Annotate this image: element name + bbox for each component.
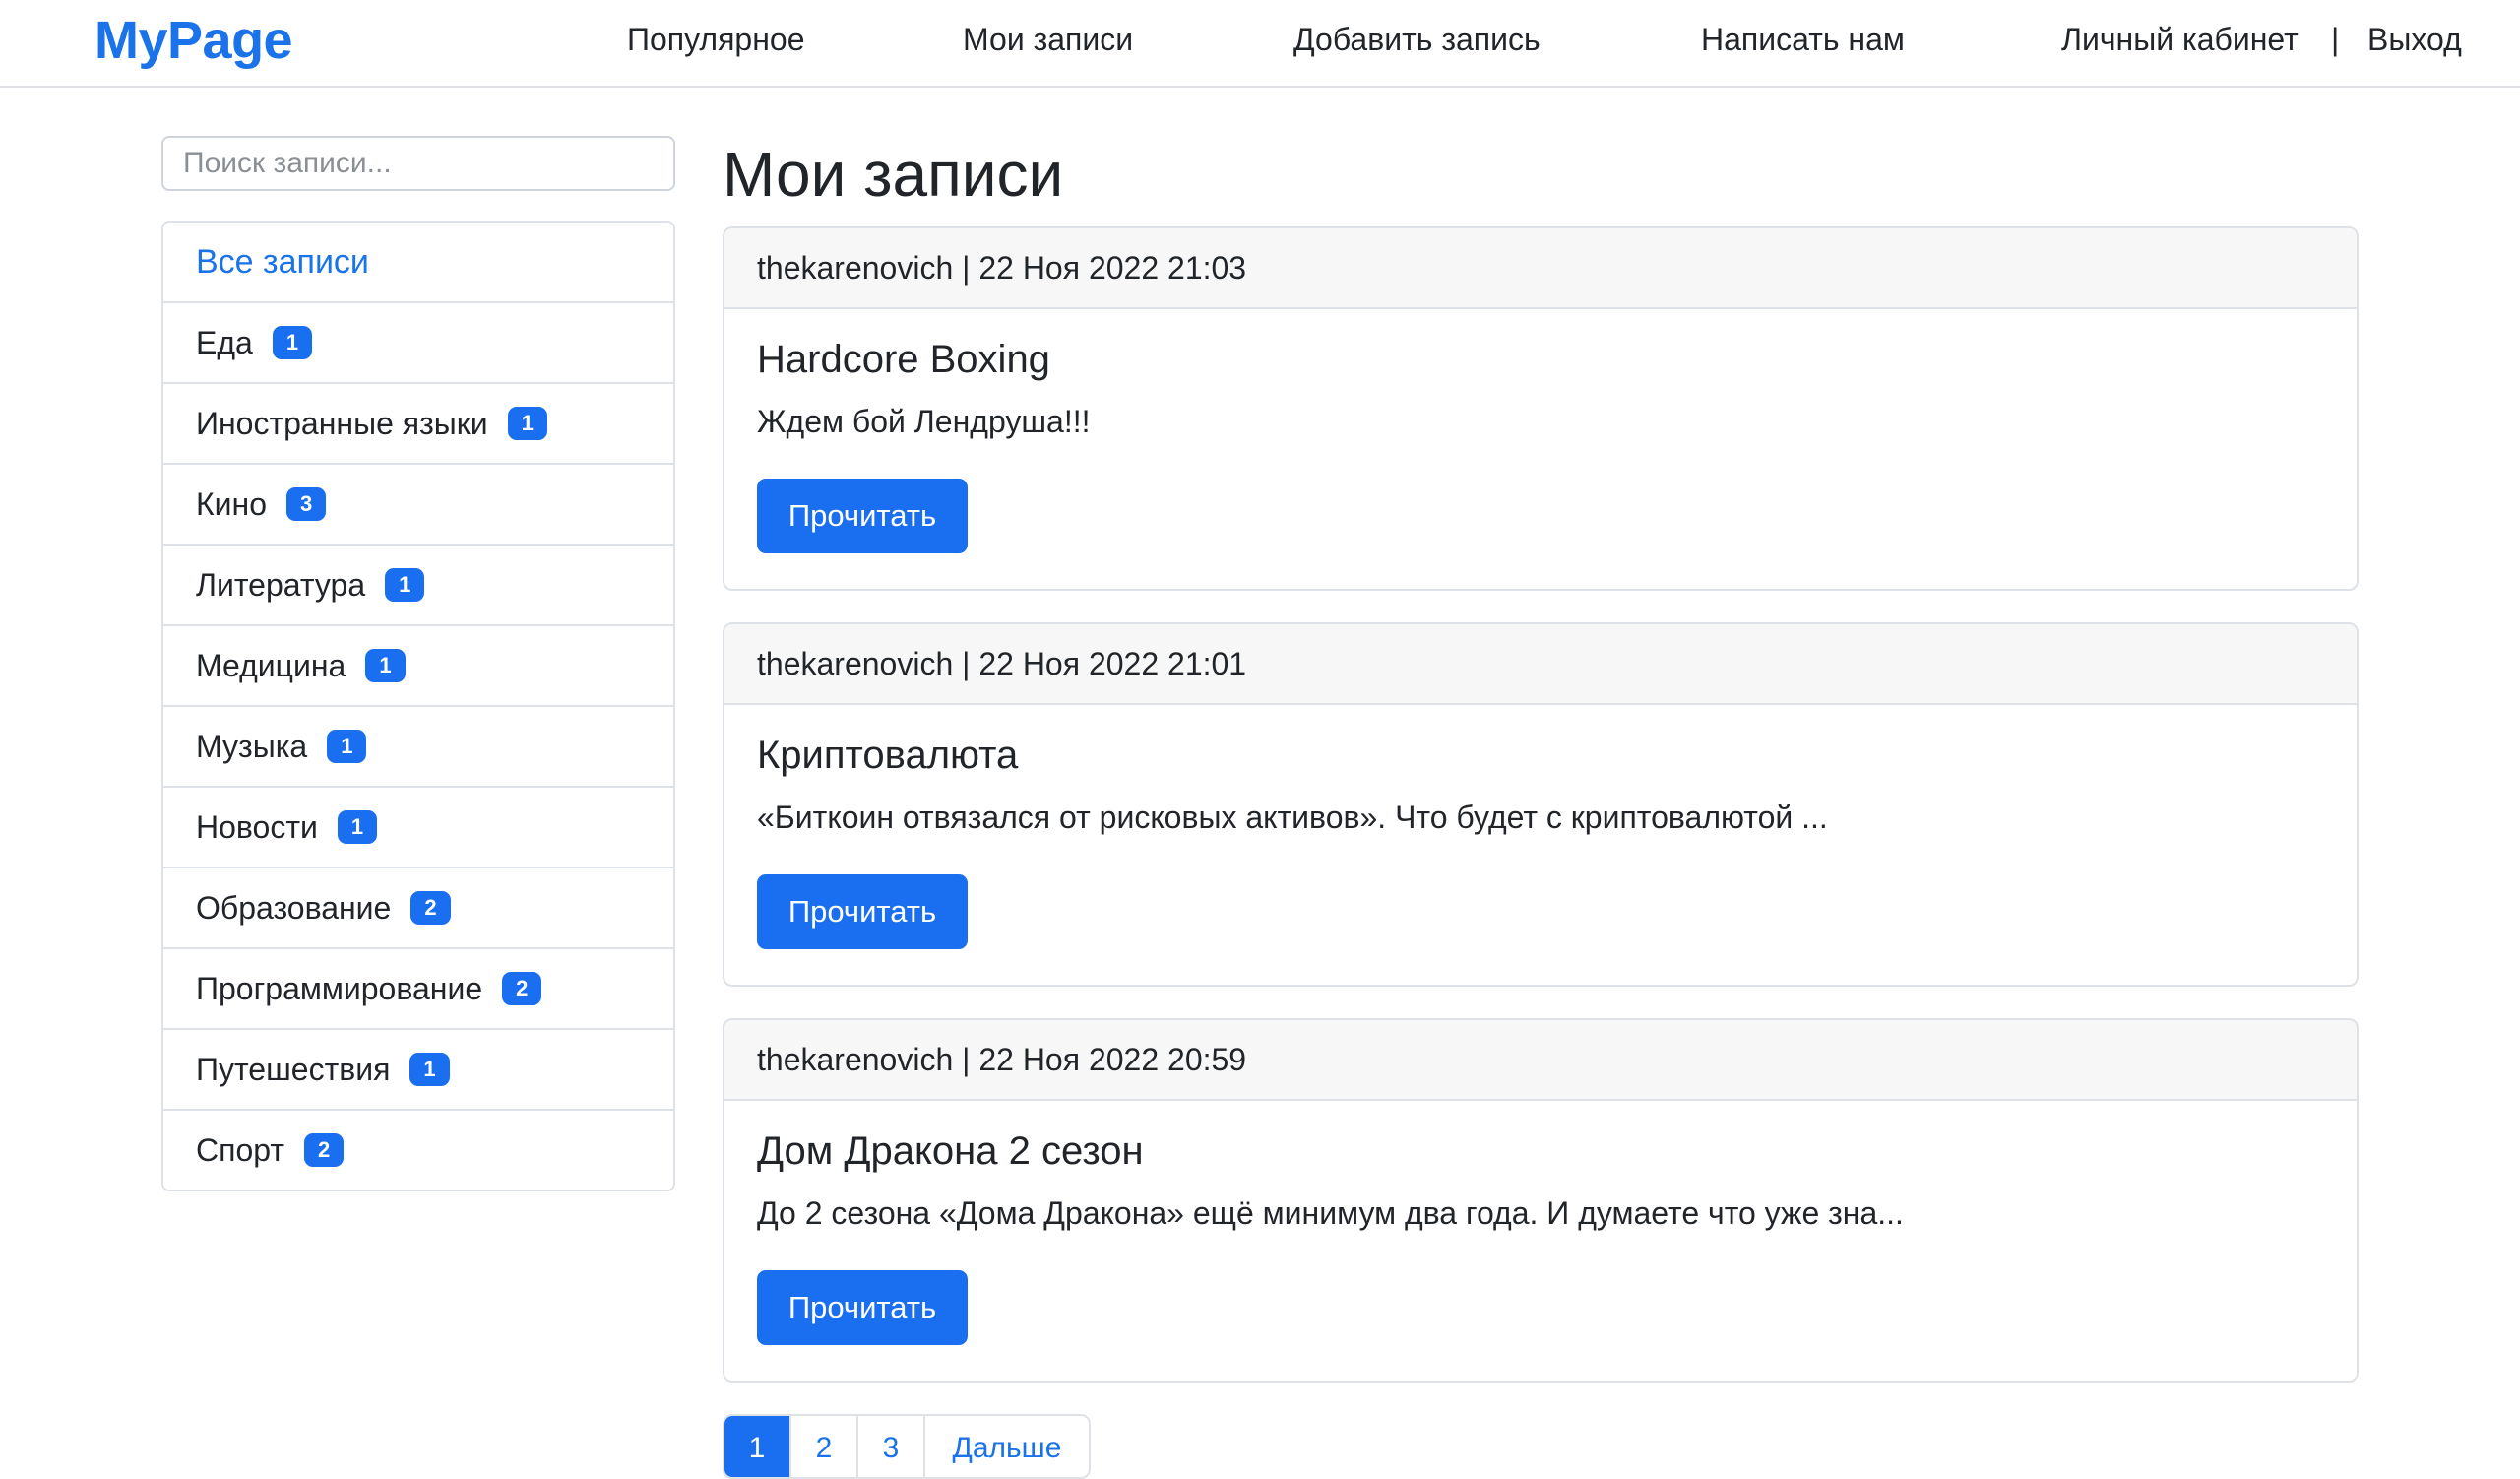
category-label: Медицина xyxy=(196,647,346,683)
category-all[interactable]: Все записи xyxy=(163,223,673,301)
category-list: Все записи Еда 1 Иностранные языки 1 Кин… xyxy=(161,221,675,1191)
category-languages[interactable]: Иностранные языки 1 xyxy=(163,382,673,463)
category-sport[interactable]: Спорт 2 xyxy=(163,1109,673,1190)
pagination: 1 2 3 Дальше xyxy=(723,1414,1091,1479)
category-all-label: Все записи xyxy=(196,242,369,281)
post-title: Дом Дракона 2 сезон xyxy=(757,1129,1144,1173)
count-badge: 2 xyxy=(410,891,451,925)
page-title: Мои записи xyxy=(723,139,1064,210)
category-label: Литература xyxy=(196,566,366,603)
post-excerpt: До 2 сезона «Дома Дракона» ещё минимум д… xyxy=(757,1195,1904,1231)
post-title: Криптовалюта xyxy=(757,734,1019,777)
read-button[interactable]: Прочитать xyxy=(757,479,968,553)
category-cinema[interactable]: Кино 3 xyxy=(163,463,673,544)
category-label: Иностранные языки xyxy=(196,405,488,441)
nav-logout[interactable]: Выход xyxy=(2367,22,2462,58)
count-badge: 1 xyxy=(410,1053,450,1086)
post-card: thekarenovich | 22 Ноя 2022 20:59 Дом Др… xyxy=(723,1018,2359,1383)
post-excerpt: «Биткоин отвязался от рисковых активов».… xyxy=(757,800,1828,835)
category-programming[interactable]: Программирование 2 xyxy=(163,947,673,1028)
count-badge: 1 xyxy=(337,810,378,844)
category-label: Еда xyxy=(196,324,253,360)
nav-contact[interactable]: Написать нам xyxy=(1701,22,1905,58)
category-label: Программирование xyxy=(196,970,483,1006)
category-news[interactable]: Новости 1 xyxy=(163,786,673,867)
category-label: Путешествия xyxy=(196,1051,391,1087)
count-badge: 2 xyxy=(502,972,542,1005)
post-card: thekarenovich | 22 Ноя 2022 21:03 Hardco… xyxy=(723,226,2359,591)
post-meta: thekarenovich | 22 Ноя 2022 21:01 xyxy=(724,624,2357,705)
post-card: thekarenovich | 22 Ноя 2022 21:01 Крипто… xyxy=(723,622,2359,987)
post-meta: thekarenovich | 22 Ноя 2022 21:03 xyxy=(724,228,2357,309)
post-title: Hardcore Boxing xyxy=(757,338,1050,381)
count-badge: 1 xyxy=(365,649,406,682)
category-label: Спорт xyxy=(196,1131,284,1168)
category-food[interactable]: Еда 1 xyxy=(163,301,673,382)
nav-account[interactable]: Личный кабинет xyxy=(2061,22,2299,58)
category-travel[interactable]: Путешествия 1 xyxy=(163,1028,673,1109)
count-badge: 2 xyxy=(303,1133,345,1167)
count-badge: 3 xyxy=(285,487,327,521)
count-badge: 1 xyxy=(327,730,367,763)
category-education[interactable]: Образование 2 xyxy=(163,867,673,947)
count-badge: 1 xyxy=(272,326,313,359)
category-medicine[interactable]: Медицина 1 xyxy=(163,624,673,705)
nav-separator: | xyxy=(2331,22,2340,57)
category-label: Образование xyxy=(196,889,392,926)
post-meta: thekarenovich | 22 Ноя 2022 20:59 xyxy=(724,1020,2357,1101)
category-literature[interactable]: Литература 1 xyxy=(163,544,673,624)
page-3[interactable]: 3 xyxy=(856,1416,923,1477)
page-2[interactable]: 2 xyxy=(789,1416,856,1477)
post-excerpt: Ждем бой Лендруша!!! xyxy=(757,404,1091,439)
category-label: Новости xyxy=(196,808,318,845)
count-badge: 1 xyxy=(507,407,547,440)
read-button[interactable]: Прочитать xyxy=(757,1270,968,1345)
category-label: Кино xyxy=(196,485,267,522)
page-next[interactable]: Дальше xyxy=(923,1416,1089,1477)
nav-add-post[interactable]: Добавить запись xyxy=(1293,22,1541,58)
category-label: Музыка xyxy=(196,728,308,764)
page-1[interactable]: 1 xyxy=(724,1416,789,1477)
brand-logo[interactable]: MyPage xyxy=(94,10,293,71)
nav-popular[interactable]: Популярное xyxy=(627,22,804,58)
count-badge: 1 xyxy=(385,568,425,602)
search-input[interactable] xyxy=(161,136,675,191)
read-button[interactable]: Прочитать xyxy=(757,874,968,949)
category-music[interactable]: Музыка 1 xyxy=(163,705,673,786)
top-navbar: MyPage Популярное Мои записи Добавить за… xyxy=(0,0,2520,88)
nav-my-posts[interactable]: Мои записи xyxy=(963,22,1133,58)
